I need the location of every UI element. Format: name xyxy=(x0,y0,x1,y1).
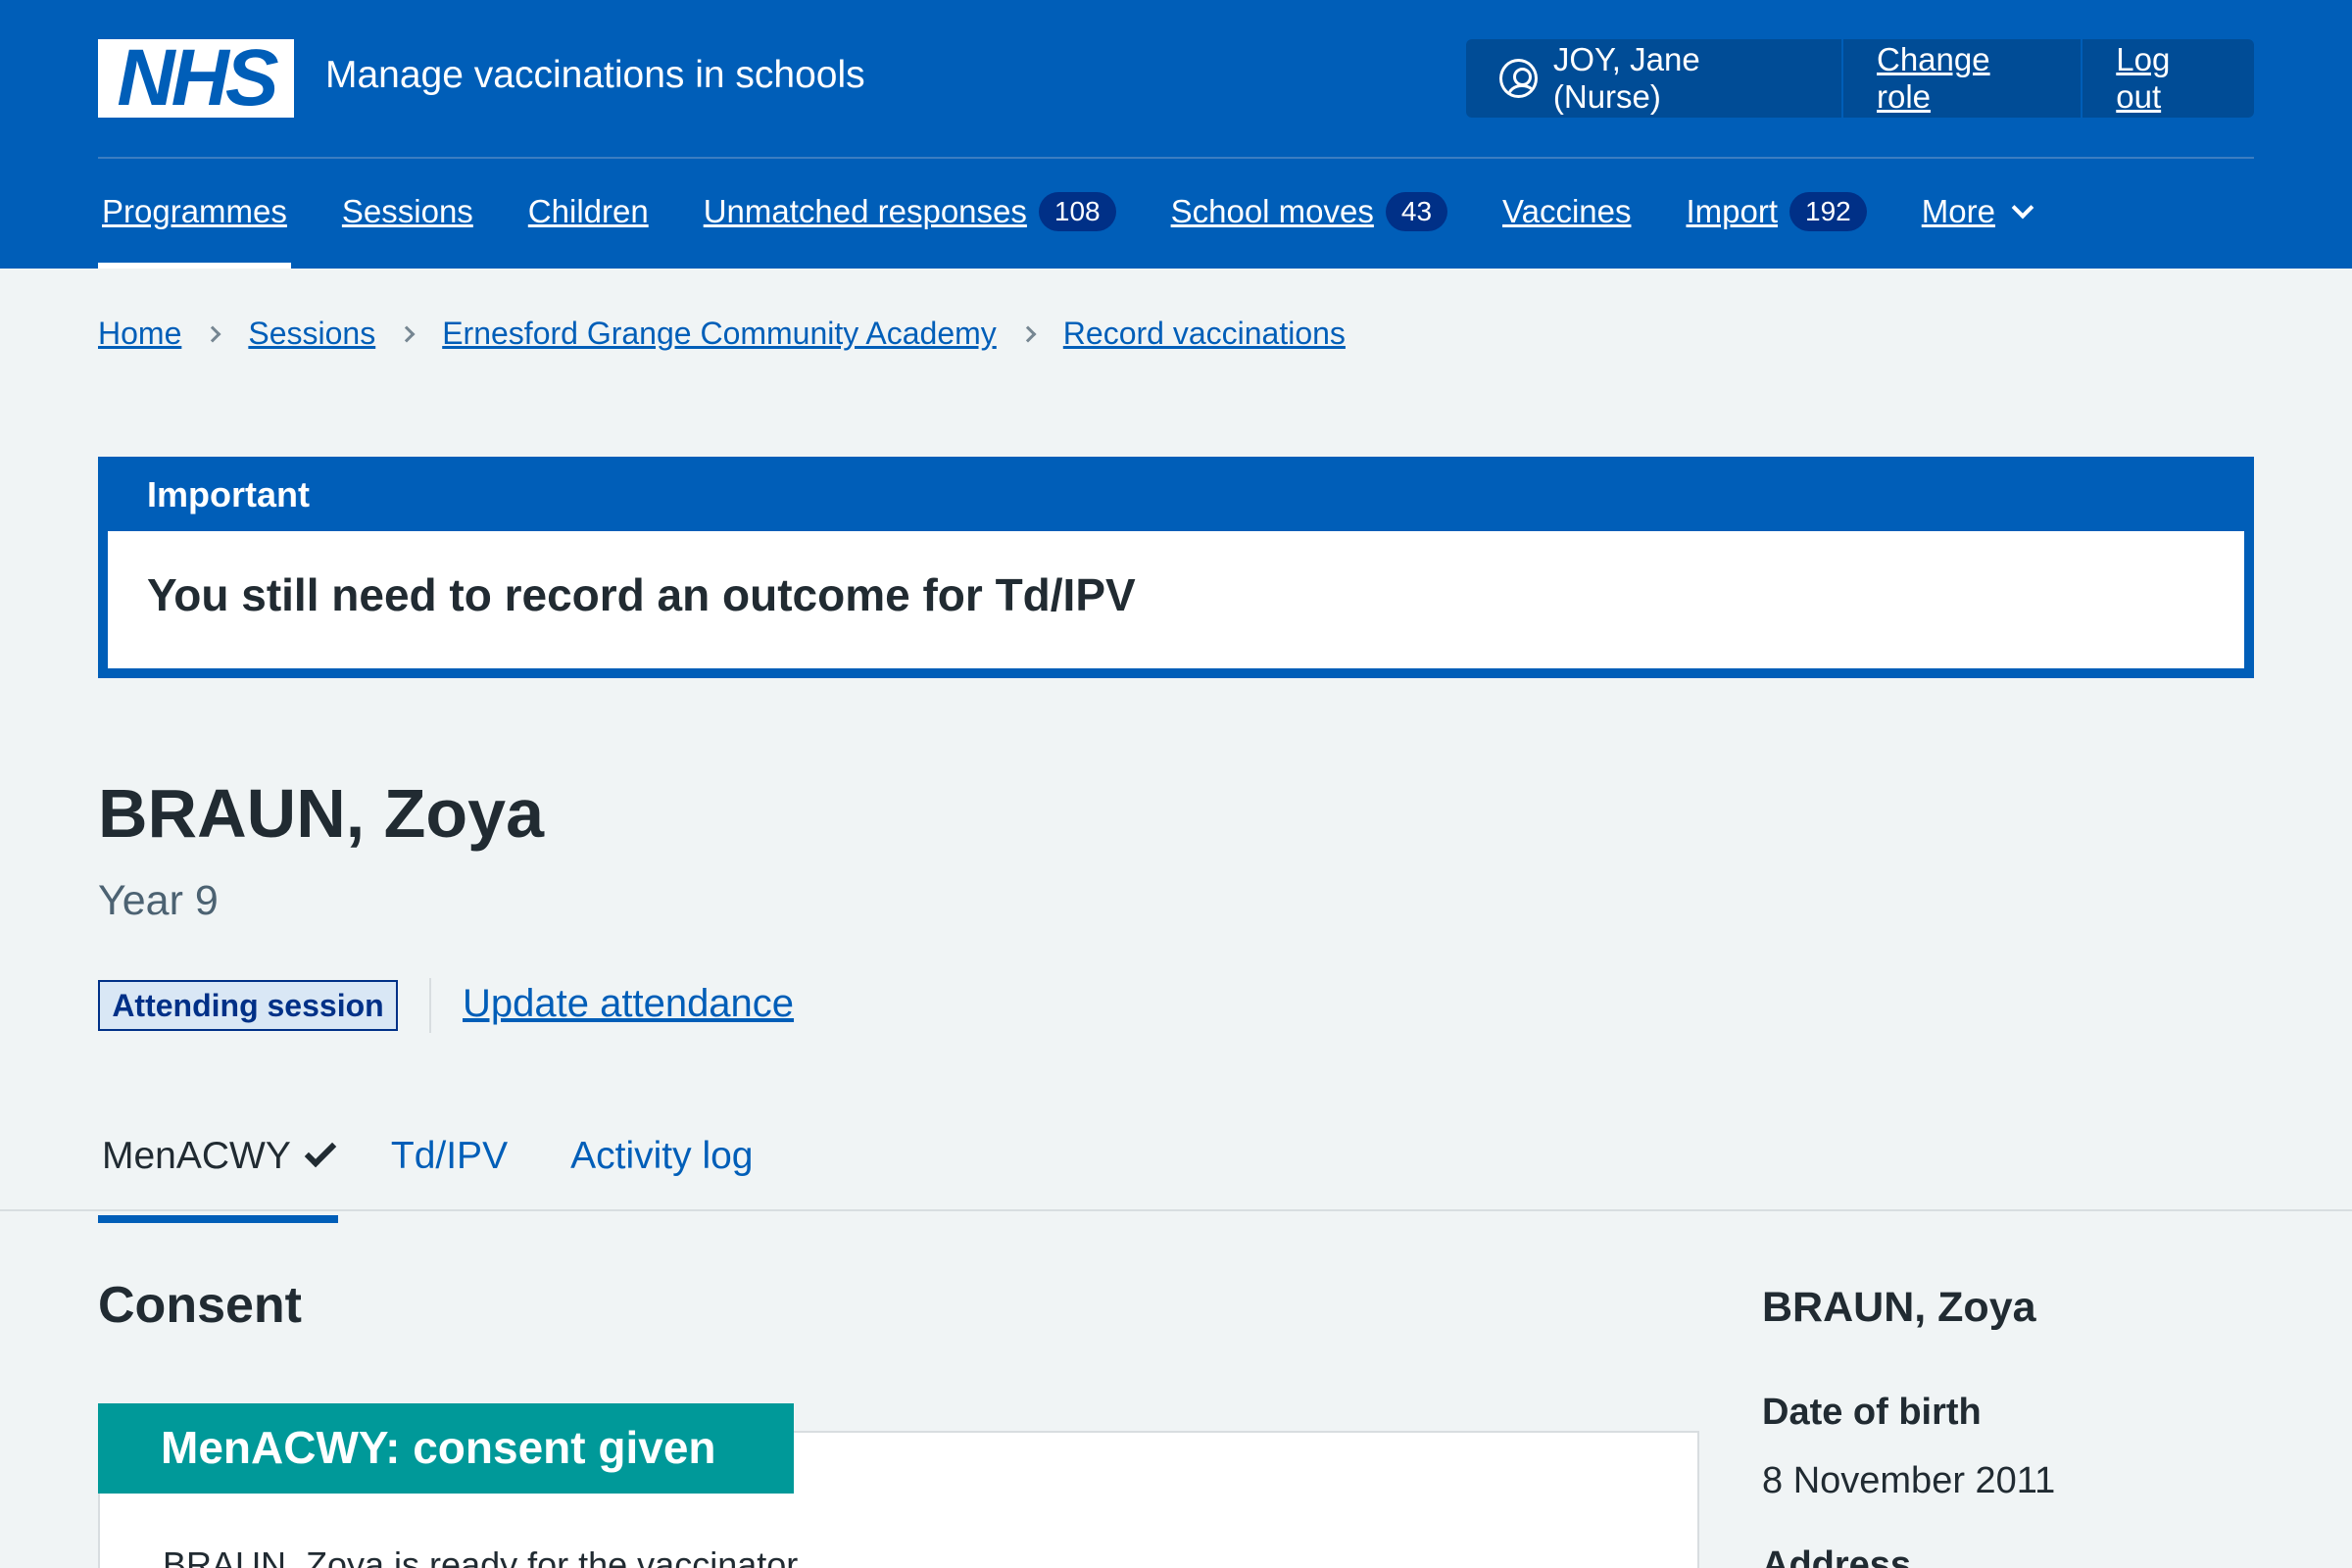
summary-dob-label: Date of birth xyxy=(1762,1392,1982,1433)
import-count: 192 xyxy=(1789,192,1867,231)
callout-body: You still need to record an outcome for … xyxy=(147,569,1136,620)
nav-item-unmatched-responses[interactable]: Unmatched responses 108 xyxy=(700,176,1120,247)
nav-item-vaccines[interactable]: Vaccines xyxy=(1498,176,1635,247)
nav-item-import[interactable]: Import 192 xyxy=(1682,176,1870,247)
nav-vaccines-link[interactable]: Vaccines xyxy=(1502,193,1631,230)
change-role-link[interactable]: Change role xyxy=(1877,41,2047,116)
log-out-item: Log out xyxy=(2082,39,2254,118)
important-callout: Important You still need to record an ou… xyxy=(98,457,2254,678)
tabs-divider xyxy=(0,1209,2352,1211)
nav-import-link[interactable]: Import xyxy=(1686,193,1778,230)
nav-sessions-link[interactable]: Sessions xyxy=(342,193,473,230)
nav-more-link[interactable]: More xyxy=(1922,193,1995,230)
nhs-logo-text: NHS xyxy=(117,33,278,122)
school-moves-count: 43 xyxy=(1385,192,1448,231)
account-bar: JOY, Jane (Nurse) Change role Log out xyxy=(1466,39,2254,118)
patient-year-group: Year 9 xyxy=(98,877,219,924)
chevron-down-icon xyxy=(2011,196,2034,220)
tab-activity-log-label: Activity log xyxy=(570,1135,754,1177)
nav-item-more[interactable]: More xyxy=(1918,176,2034,247)
service-name[interactable]: Manage vaccinations in schools xyxy=(325,54,865,97)
nav-item-school-moves[interactable]: School moves 43 xyxy=(1167,176,1451,247)
account-user: JOY, Jane (Nurse) xyxy=(1466,39,1843,118)
nav-children-link[interactable]: Children xyxy=(528,193,649,230)
header-divider xyxy=(98,157,2254,159)
unmatched-responses-count: 108 xyxy=(1038,192,1116,231)
breadcrumb-school[interactable]: Ernesford Grange Community Academy xyxy=(442,316,997,352)
chevron-right-icon xyxy=(204,325,221,342)
nav-item-programmes[interactable]: Programmes xyxy=(98,176,291,269)
attendance-status-badge: Attending session xyxy=(98,980,398,1031)
breadcrumb-home[interactable]: Home xyxy=(98,316,181,352)
chevron-right-icon xyxy=(398,325,416,342)
tab-td-ipv[interactable]: Td/IPV xyxy=(387,1127,512,1186)
page-title: BRAUN, Zoya xyxy=(98,775,545,852)
breadcrumb-sessions[interactable]: Sessions xyxy=(248,316,375,352)
site-header: NHS Manage vaccinations in schools JOY, … xyxy=(0,0,2352,269)
nhs-logo[interactable]: NHS xyxy=(98,33,294,122)
tab-td-ipv-label: Td/IPV xyxy=(390,1135,509,1177)
nav-programmes-link[interactable]: Programmes xyxy=(102,193,287,230)
log-out-link[interactable]: Log out xyxy=(2116,41,2221,116)
summary-dob-value: 8 November 2011 xyxy=(1762,1460,2056,1501)
breadcrumb-record-vaccinations[interactable]: Record vaccinations xyxy=(1063,316,1346,352)
consent-status-text: BRAUN, Zoya is ready for the vaccinator xyxy=(163,1544,799,1568)
callout-heading: Important xyxy=(98,457,2254,531)
tab-menacwy[interactable]: MenACWY xyxy=(98,1127,338,1223)
primary-nav: Programmes Sessions Children Unmatched r… xyxy=(98,176,2082,269)
change-role-item: Change role xyxy=(1843,39,2083,118)
summary-patient-name: BRAUN, Zoya xyxy=(1762,1284,2036,1331)
breadcrumb: Home Sessions Ernesford Grange Community… xyxy=(98,316,1346,352)
tab-activity-log[interactable]: Activity log xyxy=(566,1127,757,1186)
programme-tabs: MenACWY Td/IPV Activity log xyxy=(98,1127,812,1223)
chevron-right-icon xyxy=(1019,325,1037,342)
consent-card-heading: MenACWY: consent given xyxy=(98,1403,794,1494)
nav-unmatched-responses-link[interactable]: Unmatched responses xyxy=(704,193,1027,230)
user-icon xyxy=(1499,59,1538,98)
consent-heading: Consent xyxy=(98,1277,302,1334)
check-icon xyxy=(304,1135,337,1168)
summary-address-label: Address xyxy=(1762,1544,1912,1568)
nav-item-children[interactable]: Children xyxy=(524,176,653,247)
account-user-name: JOY, Jane (Nurse) xyxy=(1552,41,1700,115)
nav-school-moves-link[interactable]: School moves xyxy=(1171,193,1374,230)
tab-menacwy-label: MenACWY xyxy=(102,1135,291,1177)
nav-item-sessions[interactable]: Sessions xyxy=(338,176,477,247)
attendance-divider xyxy=(429,978,431,1033)
update-attendance-link[interactable]: Update attendance xyxy=(463,982,794,1026)
